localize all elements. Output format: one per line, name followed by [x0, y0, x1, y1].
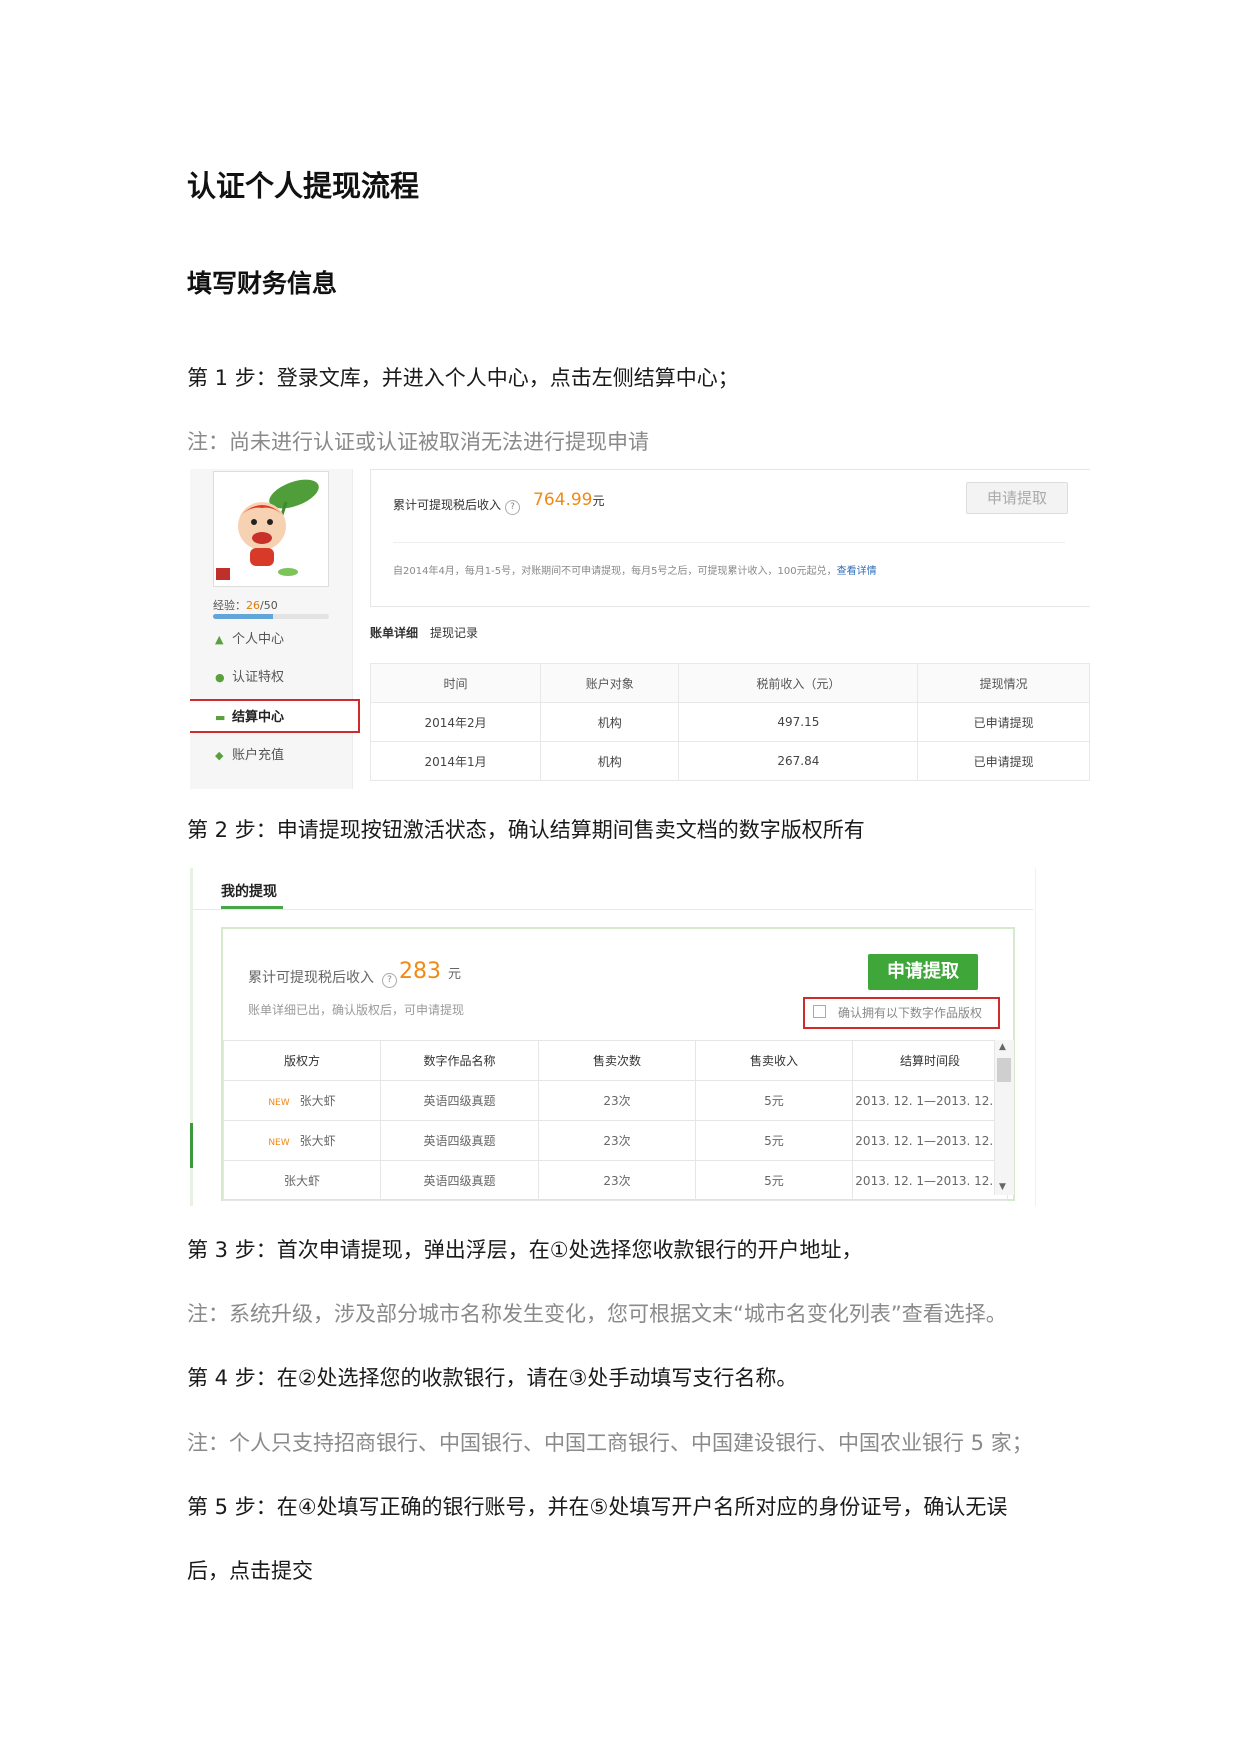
experience-bar-fill: [213, 614, 274, 619]
table-cell: 2013. 12. 1—2013. 12. 1: [852, 1160, 1008, 1201]
step-3-text: 第 3 步：首次申请提现，弹出浮层，在①处选择您收款银行的开户地址，: [187, 1238, 863, 1262]
column-header: 版权方: [223, 1040, 381, 1081]
avatar: [213, 471, 329, 587]
money-bag-icon: ◆: [215, 749, 224, 762]
table-cell: 2014年2月: [369, 702, 542, 742]
column-header: 结算时间段: [852, 1040, 1008, 1081]
tab-bill-details[interactable]: 账单详细: [370, 626, 418, 640]
table-cell: 5元: [695, 1080, 853, 1121]
scroll-up-icon[interactable]: ▲: [999, 1042, 1006, 1052]
table-header-row: 版权方 数字作品名称 售卖次数 售卖收入 结算时间段: [223, 1040, 1008, 1081]
table-cell: NEW 张大虾: [223, 1120, 381, 1161]
table-cell: NEW 张大虾: [223, 1080, 381, 1121]
table-header-row: 时间 账户对象 税前收入（元） 提现情况: [369, 663, 1090, 703]
tab-withdraw-records[interactable]: 提现记录: [430, 626, 478, 640]
column-header: 税前收入（元）: [678, 663, 919, 703]
help-icon[interactable]: ?: [505, 500, 521, 515]
divider: [193, 909, 1033, 910]
table-cell: 已申请提现: [917, 741, 1090, 781]
table-scrollbar[interactable]: ▲ ▼: [994, 1040, 1014, 1195]
table-cell: 497.15: [678, 702, 919, 742]
confirm-copyright-label: 确认拥有以下数字作品版权: [838, 1006, 983, 1020]
table-cell: 英语四级真题: [380, 1120, 539, 1161]
table-cell: 5元: [695, 1120, 853, 1161]
copyright-table: 版权方 数字作品名称 售卖次数 售卖收入 结算时间段 NEW 张大虾 英语四级真题…: [223, 1040, 1008, 1201]
column-header: 提现情况: [917, 663, 1090, 703]
income-amount: 764.99元: [533, 490, 605, 510]
income-panel: 累计可提现税后收入? 764.99元 申请提取 自2014年4月，每月1-5号，…: [370, 469, 1090, 607]
note-1-text: 注：尚未进行认证或认证被取消无法进行提现申请: [187, 430, 649, 454]
bill-tabs: 账单详细 提现记录: [370, 624, 490, 641]
table-cell: 英语四级真题: [380, 1080, 539, 1121]
table-cell: 23次: [538, 1120, 696, 1161]
table-cell: 5元: [695, 1160, 853, 1201]
apply-withdraw-button-disabled[interactable]: 申请提取: [966, 482, 1068, 514]
card-icon: ▬: [215, 711, 226, 724]
home-icon: ▲: [215, 633, 224, 646]
sidebar-item-settlement-center[interactable]: ▬ 结算中心: [190, 699, 360, 733]
table-cell: 2013. 12. 1—2013. 12. 1: [852, 1080, 1008, 1121]
scroll-thumb[interactable]: [997, 1058, 1011, 1082]
income-label: 累计可提现税后收入?: [248, 967, 401, 988]
withdraw-panel: 累计可提现税后收入? 283 元 账单详细已出，确认版权后，可申请提现 申请提取…: [221, 927, 1015, 1201]
step-1-text: 第 1 步：登录文库，并进入个人中心，点击左侧结算中心；: [187, 366, 739, 390]
left-rail-marker: [190, 1123, 193, 1168]
apply-withdraw-button[interactable]: 申请提取: [868, 954, 978, 990]
column-header: 售卖收入: [695, 1040, 853, 1081]
step-5-text-continued: 后，点击提交: [187, 1559, 313, 1583]
column-header: 时间: [369, 663, 542, 703]
user-icon: ●: [215, 671, 225, 684]
bill-status-text: 账单详细已出，确认版权后，可申请提现: [248, 1003, 465, 1017]
table-cell: 23次: [538, 1080, 696, 1121]
bill-table: 时间 账户对象 税前收入（元） 提现情况 2014年2月 机构 497.15 已…: [369, 663, 1090, 781]
table-row: 2014年2月 机构 497.15 已申请提现: [369, 702, 1090, 742]
sidebar: 经验：26/50 ▲ 个人中心 ● 认证特权 ▬ 结算中心 ◆ 账户充值: [190, 469, 360, 789]
view-details-link[interactable]: 查看详情: [837, 566, 877, 577]
sidebar-item-certification[interactable]: ● 认证特权: [190, 661, 352, 695]
table-cell: 2014年1月: [369, 741, 542, 781]
column-header: 账户对象: [540, 663, 680, 703]
new-badge: NEW: [268, 1098, 290, 1108]
table-cell: 23次: [538, 1160, 696, 1201]
step-4-text: 第 4 步：在②处选择您的收款银行，请在③处手动填写支行名称。: [187, 1366, 798, 1390]
table-row: 2014年1月 机构 267.84 已申请提现: [369, 741, 1090, 781]
experience-bar: [213, 614, 329, 619]
income-label: 累计可提现税后收入?: [393, 496, 524, 515]
new-badge: NEW: [268, 1138, 290, 1148]
scroll-down-icon[interactable]: ▼: [999, 1182, 1006, 1192]
table-row: 张大虾 英语四级真题 23次 5元 2013. 12. 1—2013. 12. …: [223, 1160, 1008, 1201]
table-cell: 已申请提现: [917, 702, 1090, 742]
column-header: 数字作品名称: [380, 1040, 539, 1081]
divider: [393, 542, 1065, 543]
table-cell: 机构: [540, 741, 680, 781]
experience-label: 经验：26/50: [213, 599, 278, 612]
screenshot-settlement-center: 经验：26/50 ▲ 个人中心 ● 认证特权 ▬ 结算中心 ◆ 账户充值 累计可提现税后…: [190, 469, 1090, 789]
table-row: NEW 张大虾 英语四级真题 23次 5元 2013. 12. 1—2013. 1…: [223, 1120, 1008, 1161]
table-cell: 机构: [540, 702, 680, 742]
step-5-text: 第 5 步：在④处填写正确的银行账号，并在⑤处填写开户名所对应的身份证号，确认无…: [187, 1495, 1008, 1519]
section-heading: 填写财务信息: [187, 269, 338, 298]
table-cell: 英语四级真题: [380, 1160, 539, 1201]
screenshot-my-withdraw: 我的提现 累计可提现税后收入? 283 元 账单详细已出，确认版权后，可申请提现…: [190, 868, 1036, 1206]
note-3-text: 注：系统升级，涉及部分城市名称发生变化，您可根据文末“城市名变化列表”查看选择。: [187, 1302, 1007, 1326]
table-cell: 267.84: [678, 741, 919, 781]
table-row: NEW 张大虾 英语四级真题 23次 5元 2013. 12. 1—2013. 1…: [223, 1080, 1008, 1121]
page-title: 认证个人提现流程: [187, 169, 420, 203]
step-2-text: 第 2 步：申请提现按钮激活状态，确认结算期间售卖文档的数字版权所有: [187, 818, 865, 842]
table-cell: 2013. 12. 1—2013. 12. 1: [852, 1120, 1008, 1161]
confirm-copyright-checkbox[interactable]: [813, 1005, 826, 1018]
my-withdraw-title: 我的提现: [221, 884, 277, 900]
confirm-copyright-highlight: 确认拥有以下数字作品版权: [803, 997, 1000, 1029]
table-cell: 张大虾: [223, 1160, 381, 1201]
sidebar-item-personal-center[interactable]: ▲ 个人中心: [190, 623, 352, 657]
income-amount: 283 元: [399, 959, 462, 984]
column-header: 售卖次数: [538, 1040, 696, 1081]
note-4-text: 注：个人只支持招商银行、中国银行、中国工商银行、中国建设银行、中国农业银行 5 …: [187, 1431, 1033, 1455]
help-icon[interactable]: ?: [382, 973, 397, 988]
sidebar-item-recharge[interactable]: ◆ 账户充值: [190, 739, 352, 773]
withdraw-notice: 自2014年4月，每月1-5号，对账期间不可申请提现，每月5号之后，可提现累计收…: [393, 566, 877, 577]
